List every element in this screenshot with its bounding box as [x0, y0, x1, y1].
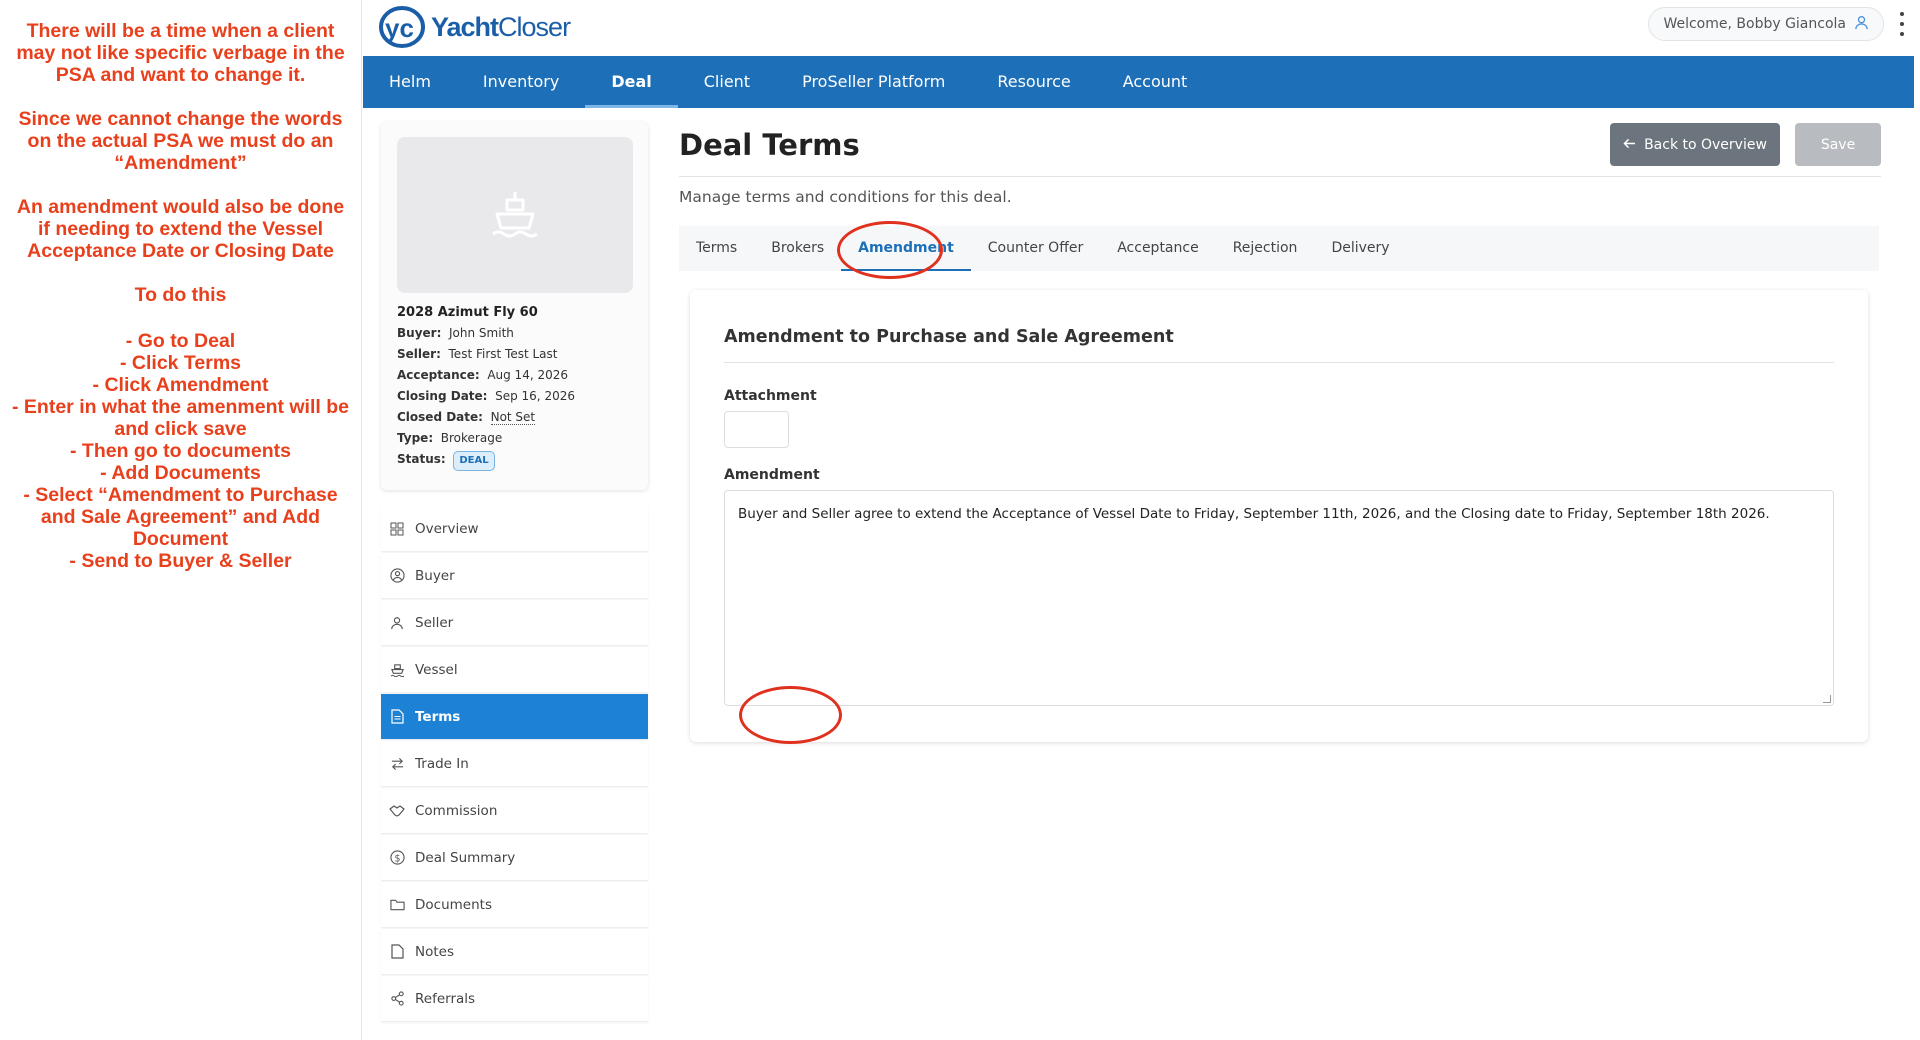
- amendment-textarea[interactable]: Buyer and Seller agree to extend the Acc…: [724, 490, 1834, 706]
- tab-delivery[interactable]: Delivery: [1314, 226, 1406, 271]
- ship-icon: [489, 188, 541, 242]
- panel-title: Amendment to Purchase and Sale Agreement: [724, 327, 1174, 347]
- sidebar-item-referrals[interactable]: Referrals: [381, 976, 648, 1022]
- sidebar-item-label: Trade In: [415, 755, 469, 772]
- annotation-text-4: To do this: [134, 284, 227, 306]
- user-icon: [389, 615, 405, 631]
- nav-helm[interactable]: Helm: [363, 56, 457, 108]
- annotation-text-2: Since we cannot change the words on the …: [18, 108, 343, 174]
- sidebar-item-overview[interactable]: Overview: [381, 506, 648, 552]
- annotation-text-3: An amendment would also be done if needi…: [16, 196, 345, 262]
- sidebar-item-label: Seller: [415, 614, 454, 631]
- deal-name: 2028 Azimut Fly 60: [397, 305, 538, 320]
- tab-counter-offer[interactable]: Counter Offer: [971, 226, 1100, 271]
- deal-status: Status: DEAL: [397, 451, 632, 471]
- user-circle-icon: [389, 568, 405, 584]
- svg-text:$: $: [394, 853, 400, 864]
- note-icon: [389, 944, 405, 960]
- sidebar-item-label: Documents: [415, 896, 492, 913]
- app-window: yc YachtCloser Welcome, Bobby Giancola H…: [363, 0, 1914, 1040]
- user-menu[interactable]: Welcome, Bobby Giancola: [1648, 7, 1884, 41]
- arrow-left-icon: [1623, 137, 1636, 153]
- deal-card: 2028 Azimut Fly 60 Buyer: John Smith Sel…: [381, 122, 648, 490]
- nav-client[interactable]: Client: [678, 56, 776, 108]
- tab-terms[interactable]: Terms: [679, 226, 754, 271]
- sidebar-item-label: Commission: [415, 802, 498, 819]
- grid-icon: [389, 521, 405, 537]
- attachment-input[interactable]: [724, 411, 789, 448]
- nav-account[interactable]: Account: [1097, 56, 1214, 108]
- sidebar-item-label: Notes: [415, 943, 454, 960]
- amendment-label: Amendment: [724, 467, 820, 483]
- status-badge: DEAL: [453, 451, 495, 471]
- main-nav: Helm Inventory Deal Client ProSeller Pla…: [363, 56, 1914, 108]
- sidebar-item-buyer[interactable]: Buyer: [381, 553, 648, 599]
- sidebar-item-notes[interactable]: Notes: [381, 929, 648, 975]
- attachment-label: Attachment: [724, 388, 817, 404]
- annotation-text-1: There will be a time when a client may n…: [16, 20, 345, 86]
- user-icon: [1854, 15, 1869, 34]
- divider: [679, 176, 1881, 177]
- document-icon: [389, 709, 405, 725]
- back-button-label: Back to Overview: [1644, 136, 1767, 153]
- nav-deal[interactable]: Deal: [585, 56, 679, 108]
- more-options-icon[interactable]: [1898, 12, 1906, 36]
- sidebar-item-label: Vessel: [415, 661, 458, 678]
- deal-type: Type: Brokerage: [397, 431, 503, 445]
- ship-icon: [389, 662, 405, 678]
- dollar-circle-icon: $: [389, 850, 405, 866]
- sidebar-item-seller[interactable]: Seller: [381, 600, 648, 646]
- sidebar-item-deal-summary[interactable]: $ Deal Summary: [381, 835, 648, 881]
- deal-acceptance: Acceptance: Aug 14, 2026: [397, 368, 568, 382]
- annotation-panel: There will be a time when a client may n…: [0, 0, 362, 1040]
- divider: [724, 362, 1834, 363]
- nav-proseller-platform[interactable]: ProSeller Platform: [776, 56, 971, 108]
- tab-brokers[interactable]: Brokers: [754, 226, 841, 271]
- sidebar-item-commission[interactable]: Commission: [381, 788, 648, 834]
- annotation-circle-terms-item: [739, 686, 842, 744]
- page-title: Deal Terms: [679, 128, 860, 162]
- sidebar-item-documents[interactable]: Documents: [381, 882, 648, 928]
- sidebar-item-label: Deal Summary: [415, 849, 516, 866]
- swap-arrows-icon: [389, 756, 405, 772]
- handshake-icon: [389, 803, 405, 819]
- logo-word: YachtCloser: [431, 11, 571, 42]
- nav-resource[interactable]: Resource: [971, 56, 1096, 108]
- tab-acceptance[interactable]: Acceptance: [1100, 226, 1215, 271]
- sidebar-item-label: Overview: [415, 520, 479, 537]
- logo-mark-icon: yc: [379, 5, 429, 49]
- sidebar-item-trade-in[interactable]: Trade In: [381, 741, 648, 787]
- save-button[interactable]: Save: [1795, 123, 1881, 166]
- vessel-image-placeholder: [397, 137, 633, 293]
- nav-inventory[interactable]: Inventory: [457, 56, 585, 108]
- sidebar-item-label: Referrals: [415, 990, 476, 1007]
- welcome-text: Welcome, Bobby Giancola: [1663, 16, 1846, 32]
- amendment-panel: Amendment to Purchase and Sale Agreement…: [690, 290, 1868, 742]
- deal-closing-date: Closing Date: Sep 16, 2026: [397, 389, 575, 403]
- sidebar-item-terms[interactable]: Terms: [381, 694, 648, 740]
- resize-handle-icon[interactable]: [1823, 695, 1831, 703]
- deal-buyer: Buyer: John Smith: [397, 326, 514, 340]
- deal-closed-date: Closed Date: Not Set: [397, 410, 536, 425]
- page-subtitle: Manage terms and conditions for this dea…: [679, 188, 1012, 206]
- sidebar-item-label: Terms: [415, 708, 461, 725]
- back-to-overview-button[interactable]: Back to Overview: [1610, 123, 1780, 166]
- logo[interactable]: yc YachtCloser: [379, 2, 571, 52]
- amendment-text-value: Buyer and Seller agree to extend the Acc…: [738, 506, 1770, 522]
- svg-text:yc: yc: [385, 13, 414, 43]
- top-bar: yc YachtCloser Welcome, Bobby Giancola: [363, 0, 1914, 56]
- folder-icon: [389, 897, 405, 913]
- share-icon: [389, 991, 405, 1007]
- tab-rejection[interactable]: Rejection: [1216, 226, 1315, 271]
- sidebar-item-vessel[interactable]: Vessel: [381, 647, 648, 693]
- sidebar-item-label: Buyer: [415, 567, 455, 584]
- annotation-steps: - Go to Deal - Click Terms - Click Amend…: [12, 330, 349, 572]
- annotation-circle-amendment-tab: [837, 221, 943, 279]
- deal-side-menu: Overview Buyer Seller Vessel Terms Trade…: [381, 506, 648, 1023]
- deal-seller: Seller: Test First Test Last: [397, 347, 558, 361]
